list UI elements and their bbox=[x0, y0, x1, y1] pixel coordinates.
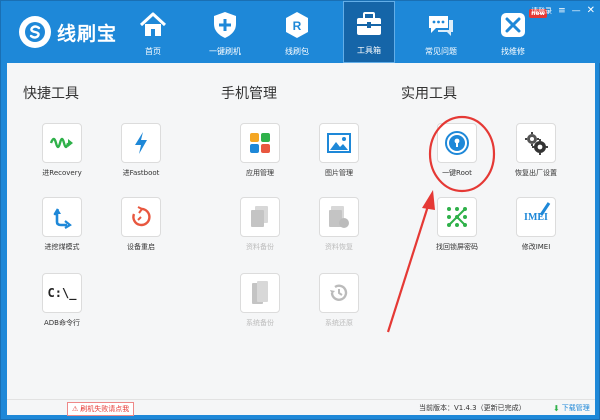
app-grid-icon bbox=[250, 133, 270, 153]
section-title-util: 实用工具 bbox=[401, 86, 457, 102]
tool-label: 应用管理 bbox=[246, 169, 274, 177]
terminal-icon: C:\_ bbox=[47, 286, 77, 300]
phone-backup-icon bbox=[252, 281, 268, 304]
app-title: 线刷宝 bbox=[57, 22, 118, 45]
tool-recovery[interactable]: 进Recovery bbox=[32, 123, 92, 178]
login-link[interactable]: 请登录 bbox=[531, 6, 552, 16]
tool-one-click-root[interactable]: 一键Root bbox=[427, 123, 487, 178]
nav-label: 一键刷机 bbox=[209, 47, 241, 56]
nav-rom-package[interactable]: R 线刷包 bbox=[271, 1, 323, 63]
download-icon: ⬇ bbox=[553, 403, 560, 413]
tool-label: 资料备份 bbox=[246, 243, 274, 251]
nav-one-click-flash[interactable]: 一键刷机 bbox=[199, 1, 251, 63]
tool-label: 进Recovery bbox=[42, 169, 82, 177]
tool-label: 进挖煤模式 bbox=[44, 243, 80, 251]
tool-adb-cmd[interactable]: C:\_ ADB命令行 bbox=[32, 273, 92, 328]
download-label: 下载管理 bbox=[561, 404, 590, 412]
repair-icon bbox=[501, 13, 525, 37]
tool-label: 资料恢复 bbox=[325, 243, 353, 251]
tool-system-restore[interactable]: 系统还原 bbox=[309, 273, 369, 328]
document-copy-icon bbox=[251, 206, 268, 227]
package-r-icon: R bbox=[286, 12, 308, 38]
menu-icon[interactable]: ≡ bbox=[558, 6, 566, 16]
toolbox-icon bbox=[357, 12, 381, 35]
main-nav: 首页 一键刷机 R 线刷包 工具箱 常见问题 找维修 new bbox=[127, 1, 559, 63]
tool-photo-manager[interactable]: 图片管理 bbox=[309, 123, 369, 178]
tool-label: 图片管理 bbox=[325, 169, 353, 177]
nav-label: 常见问题 bbox=[425, 47, 457, 56]
tool-data-backup[interactable]: 资料备份 bbox=[230, 197, 290, 252]
nav-label: 找维修 bbox=[501, 47, 525, 56]
tool-modify-imei[interactable]: IMEI 修改IMEI bbox=[506, 197, 566, 252]
download-manager-link[interactable]: ⬇ 下载管理 bbox=[553, 403, 590, 413]
nav-home[interactable]: 首页 bbox=[127, 1, 179, 63]
minimize-icon[interactable]: — bbox=[572, 6, 581, 16]
tool-system-backup[interactable]: 系统备份 bbox=[230, 273, 290, 328]
root-key-icon bbox=[445, 131, 469, 155]
gears-icon bbox=[525, 132, 548, 155]
tool-label: 系统备份 bbox=[246, 319, 274, 327]
tool-label: ADB命令行 bbox=[44, 319, 80, 327]
tool-edl-mode[interactable]: 进挖煤模式 bbox=[32, 197, 92, 252]
nav-faq[interactable]: 常见问题 bbox=[415, 1, 467, 63]
section-title-quick: 快捷工具 bbox=[23, 86, 79, 102]
close-icon[interactable]: ✕ bbox=[587, 5, 595, 16]
tool-label: 修改IMEI bbox=[521, 243, 551, 251]
image-icon bbox=[327, 133, 351, 153]
app-window: 线刷宝 首页 一键刷机 R 线刷包 工具箱 常见问题 找维修 new 请登录 ≡… bbox=[0, 0, 600, 420]
tool-label: 系统还原 bbox=[325, 319, 353, 327]
nav-label: 线刷包 bbox=[285, 47, 309, 56]
tool-app-manager[interactable]: 应用管理 bbox=[230, 123, 290, 178]
warning-icon: ⚠ bbox=[72, 405, 79, 413]
tool-unlock-pattern[interactable]: 找回锁屏密码 bbox=[427, 197, 487, 252]
tool-label: 设备重启 bbox=[127, 243, 155, 251]
tool-label: 一键Root bbox=[442, 169, 472, 177]
version-text: 当前版本：V1.4.3（更新已完成） bbox=[419, 404, 526, 412]
flash-failed-help-link[interactable]: ⚠ 刷机失败请点我 bbox=[67, 402, 135, 416]
shield-plus-icon bbox=[214, 12, 236, 38]
window-controls: 请登录 ≡ — ✕ bbox=[531, 5, 595, 16]
chat-bubble-icon bbox=[429, 16, 453, 36]
tool-reboot[interactable]: 设备重启 bbox=[111, 197, 171, 252]
section-title-phone: 手机管理 bbox=[221, 86, 277, 102]
logo-icon bbox=[19, 16, 51, 48]
warning-label: 刷机失败请点我 bbox=[80, 405, 130, 413]
tool-factory-reset[interactable]: 恢复出厂设置 bbox=[506, 123, 566, 178]
pen-icon bbox=[539, 202, 551, 216]
app-logo: 线刷宝 bbox=[19, 16, 117, 48]
tool-label: 恢复出厂设置 bbox=[515, 169, 557, 177]
tool-fastboot[interactable]: 进Fastboot bbox=[111, 123, 171, 178]
status-bar: ⚠ 刷机失败请点我 当前版本：V1.4.3（更新已完成） ⬇ 下载管理 bbox=[7, 399, 595, 416]
nav-toolbox[interactable]: 工具箱 bbox=[343, 1, 395, 63]
home-icon bbox=[139, 12, 167, 36]
title-bar: 线刷宝 首页 一键刷机 R 线刷包 工具箱 常见问题 找维修 new 请登录 ≡… bbox=[1, 1, 600, 63]
tool-data-restore[interactable]: 资料恢复 bbox=[309, 197, 369, 252]
nav-label: 首页 bbox=[145, 47, 161, 56]
recovery-icon bbox=[49, 137, 73, 149]
nav-label: 工具箱 bbox=[357, 46, 381, 55]
document-restore-icon bbox=[329, 206, 349, 228]
tool-label: 找回锁屏密码 bbox=[436, 243, 478, 251]
history-icon bbox=[330, 284, 348, 301]
edl-arrow-icon bbox=[53, 208, 72, 229]
toolbox-panel: 快捷工具 手机管理 实用工具 进Recovery 进Fastboot 进挖煤模式… bbox=[7, 63, 595, 399]
svg-text:R: R bbox=[293, 19, 302, 33]
lightning-icon bbox=[135, 132, 147, 154]
pattern-lock-icon bbox=[447, 207, 467, 227]
tool-label: 进Fastboot bbox=[122, 169, 160, 177]
reboot-icon bbox=[132, 206, 151, 227]
